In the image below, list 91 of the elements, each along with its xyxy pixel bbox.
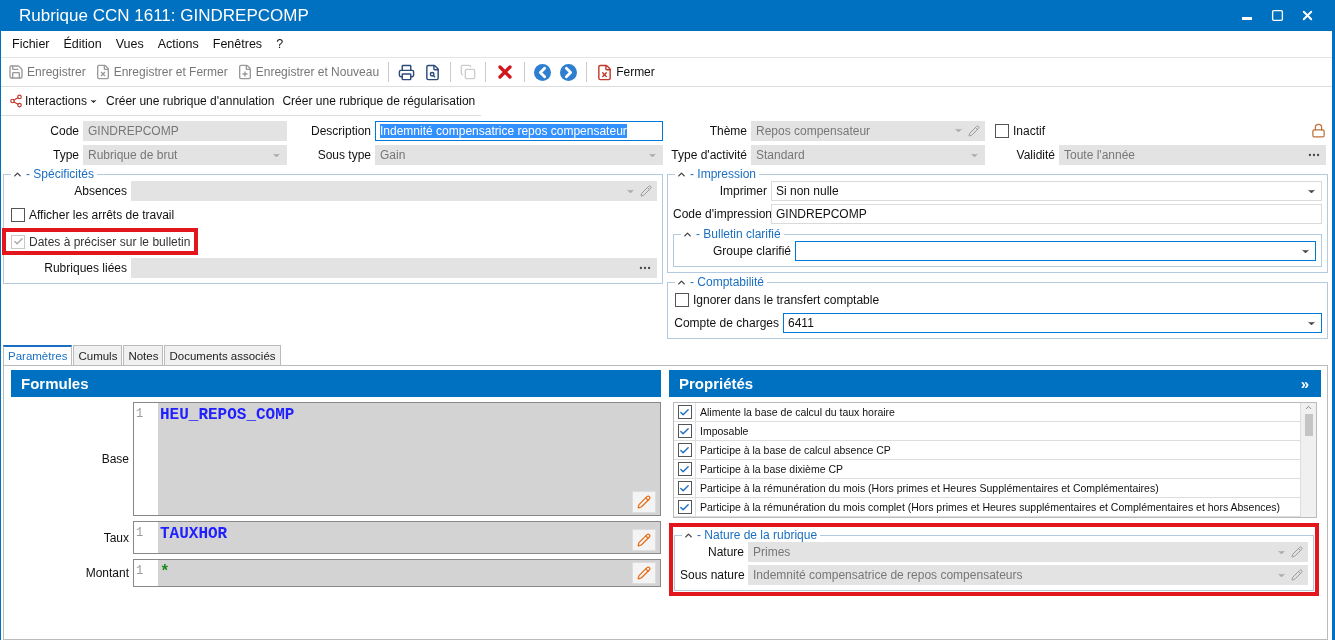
checkbox-label: Afficher les arrêts de travail (29, 207, 175, 222)
action-link[interactable]: Créer une rubrique d'annulation (104, 93, 277, 109)
menu-button[interactable]: Interactions (7, 93, 101, 109)
window-title: Rubrique CCN 1611: GINDREPCOMP (19, 5, 310, 26)
field-label: Compte de charges (673, 316, 779, 330)
tab[interactable]: Cumuls (73, 345, 123, 365)
property-label: Participe à la base dixième CP (699, 463, 843, 475)
property-label: Imposable (699, 425, 749, 437)
line-number: 1 (134, 560, 158, 586)
checkbox[interactable] (675, 292, 689, 307)
back-icon[interactable] (534, 63, 552, 81)
text-field[interactable]: GINDREPCOMP (771, 204, 1322, 224)
group-title: - Impression (690, 167, 757, 181)
edit-button[interactable] (632, 529, 656, 551)
field-label: Montant (84, 566, 129, 580)
field-label: Absences (73, 184, 127, 198)
field-label: Base (100, 452, 129, 466)
line-number: 1 (134, 522, 158, 553)
field-label: Validité (1015, 148, 1055, 162)
menu-item[interactable]: Fichier (5, 35, 57, 53)
checkbox-label: Inactif (1013, 123, 1045, 138)
section-title: Formules (21, 375, 89, 392)
action-link[interactable]: Créer une rubrique de régularisation (280, 93, 478, 109)
tab[interactable]: Notes (123, 345, 164, 365)
menu-item[interactable]: Actions (150, 35, 206, 53)
group-title: - Comptabilité (690, 275, 765, 289)
formula-code: HEU_REPOS_COMP (159, 405, 296, 426)
checkbox[interactable] (677, 405, 692, 419)
checkbox-label: Ignorer dans le transfert comptable (693, 292, 880, 307)
section-title: Propriétés (679, 375, 754, 392)
field-label: Description (309, 123, 371, 138)
field-label: Imprimer (718, 184, 767, 198)
field-label: Rubriques liées (43, 261, 127, 275)
line-number: 1 (134, 403, 158, 515)
tab[interactable]: Documents associés (164, 345, 281, 365)
field-label: Sous nature (680, 568, 744, 582)
scroll-up-icon[interactable] (1304, 403, 1313, 412)
interactions-icon (9, 94, 23, 108)
menu-item[interactable]: Édition (56, 35, 109, 53)
field-label: Sous type (316, 148, 371, 162)
forward-icon[interactable] (560, 63, 578, 81)
checkbox[interactable] (995, 123, 1009, 138)
property-label: Participe à la rémunération du mois complet (Hors primes et Heures supplémentaires et Complémentaires et hors Absences) (699, 501, 1281, 513)
formula-editor[interactable]: 1 * (133, 559, 661, 587)
property-label: Alimente la base de calcul du taux horaire (699, 406, 895, 418)
pencil-icon (637, 533, 651, 547)
field-label: Groupe clarifié (711, 244, 791, 258)
field-label: Code (49, 123, 79, 138)
toolbar-button[interactable]: Fermer (593, 61, 658, 83)
checkbox[interactable] (677, 500, 692, 514)
minimize-icon (1242, 17, 1252, 20)
text-field[interactable]: Indemnité compensatrice repos compensateur (375, 120, 663, 141)
maximize-icon (1270, 9, 1284, 22)
lock-icon (1311, 123, 1326, 138)
group-title: - Nature de la rubrique (697, 528, 818, 542)
formula-editor[interactable]: 1 TAUXHOR (133, 521, 661, 554)
formula-code: TAUXHOR (159, 524, 229, 545)
edit-button[interactable] (632, 491, 656, 513)
pencil-icon (637, 495, 651, 509)
checkbox[interactable] (677, 462, 692, 476)
scrollbar[interactable] (1300, 403, 1316, 517)
group-title: - Bulletin clarifié (696, 227, 781, 241)
menu-item[interactable]: Vues (108, 35, 151, 53)
menu-item[interactable]: ? (269, 35, 291, 53)
menu-item[interactable]: Fenêtres (205, 35, 270, 53)
group-title: - Spécificités (26, 167, 95, 181)
checkbox[interactable] (677, 443, 692, 457)
field-label: Nature (706, 545, 744, 559)
field-label: Taux (102, 530, 129, 545)
edit-button[interactable] (632, 562, 656, 584)
print-preview-icon[interactable] (424, 63, 442, 81)
field-label: Type d'activité (670, 148, 747, 162)
checkbox-label: Dates à préciser sur le bulletin (29, 234, 191, 249)
formula-editor[interactable]: 1 HEU_REPOS_COMP (133, 402, 661, 516)
dropdown-field[interactable] (795, 241, 1316, 261)
checkbox[interactable] (677, 424, 692, 438)
checkbox[interactable] (677, 481, 692, 495)
pencil-icon (637, 566, 651, 580)
tab[interactable]: Paramètres (3, 345, 73, 365)
dropdown-field[interactable]: 6411 (783, 313, 1322, 333)
scroll-thumb[interactable] (1304, 414, 1313, 436)
close-icon (596, 63, 614, 81)
checkbox[interactable] (11, 207, 25, 222)
print-icon[interactable] (398, 63, 416, 81)
property-label: Participe à la base de calcul absence CP (699, 444, 891, 456)
field-label: Thème (708, 123, 747, 138)
property-label: Participe à la rémunération du mois (Hors primes et Heures Supplémentaires et Complémentaires) (699, 482, 1159, 494)
formula-code: * (159, 562, 171, 583)
field-label: Type (52, 148, 79, 162)
expand-button[interactable]: » (1298, 375, 1311, 392)
dropdown-field[interactable]: Si non nulle (771, 181, 1322, 201)
